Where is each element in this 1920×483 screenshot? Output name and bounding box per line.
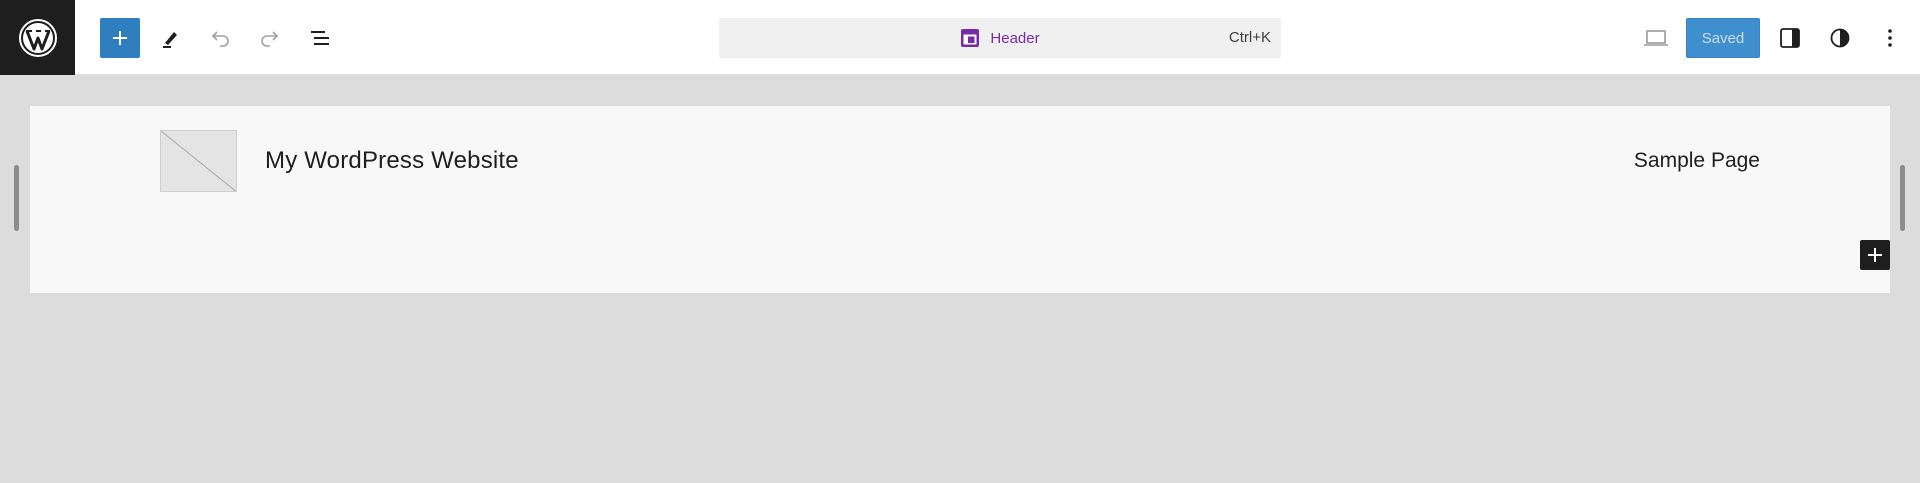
plus-icon [113,31,127,45]
undo-button[interactable] [200,18,240,58]
site-title[interactable]: My WordPress Website [265,147,519,175]
list-view-icon [311,31,329,45]
navigation-link[interactable]: Sample Page [1634,149,1760,173]
template-part-icon [961,29,980,47]
editor-canvas-header: My WordPress Website Sample Page [30,106,1890,293]
editor-header: Header Ctrl+K Saved [0,0,1920,75]
document-title: Header [719,18,1281,58]
placeholder-diagonal-icon [161,131,236,191]
canvas-resize-handle-left[interactable] [14,165,19,231]
sidebar-toggle-icon [1780,28,1800,48]
canvas-resize-handle-right[interactable] [1900,165,1905,231]
wordpress-logo-button[interactable] [0,0,75,75]
template-title: Header [990,29,1040,47]
tools-button[interactable] [150,18,190,58]
wordpress-logo-icon [18,18,57,57]
redo-button[interactable] [250,18,290,58]
list-view-button[interactable] [300,18,340,58]
styles-button[interactable] [1820,18,1860,58]
save-button[interactable]: Saved [1686,18,1760,58]
half-circle-contrast-icon [1830,28,1850,48]
block-inserter-button[interactable] [100,18,140,58]
options-menu-button[interactable] [1870,18,1910,58]
device-preview-button[interactable] [1636,18,1676,58]
block-appender-button[interactable] [1860,240,1890,270]
plus-icon [1868,248,1882,262]
redo-icon [261,31,279,47]
pencil-icon [163,32,177,48]
command-palette-button[interactable]: Header Ctrl+K [719,18,1281,58]
keyboard-shortcut: Ctrl+K [1228,29,1271,46]
site-logo-placeholder[interactable] [160,130,237,192]
settings-sidebar-button[interactable] [1770,18,1810,58]
undo-icon [211,31,229,47]
vertical-ellipsis-icon [1888,29,1892,47]
desktop-preview-icon [1644,30,1668,46]
